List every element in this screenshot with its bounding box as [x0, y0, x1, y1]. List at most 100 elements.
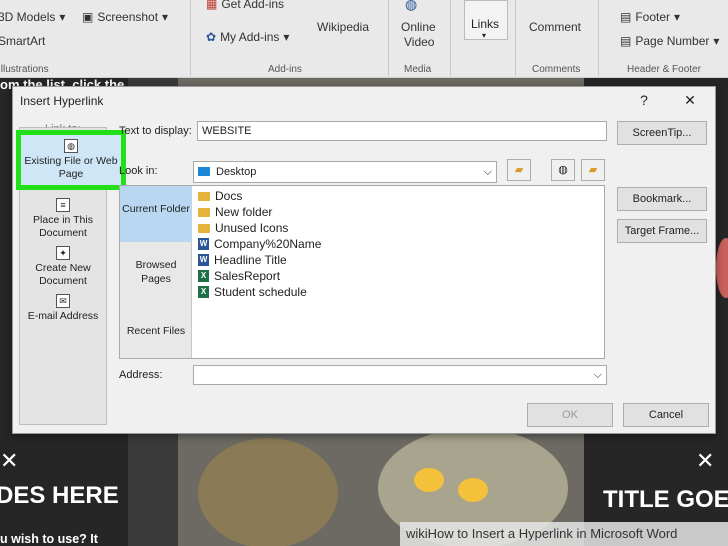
models-label: 3D Models	[0, 10, 56, 24]
browsed-pages-tab[interactable]: Browsed Pages	[120, 258, 192, 286]
look-in-select[interactable]: Desktop ⌵	[193, 161, 497, 183]
bookmark-button[interactable]: Bookmark...	[617, 187, 707, 211]
screenshot-icon: ▣	[82, 10, 94, 24]
screentip-button[interactable]: ScreenTip...	[617, 121, 707, 145]
recent-files-tab[interactable]: Recent Files	[120, 324, 192, 338]
footer-label: Footer	[635, 10, 671, 24]
folder-icon	[198, 223, 210, 233]
divider	[388, 0, 389, 76]
folder-icon	[198, 191, 210, 201]
folder-open-icon: ▰	[588, 164, 598, 176]
smartart-button[interactable]: SmartArt	[0, 34, 45, 48]
get-addins-button[interactable]: ▦ Get Add-ins	[206, 0, 284, 11]
highlighted-option-label[interactable]: Existing File or Web Page	[24, 155, 117, 180]
3d-models-button[interactable]: 3D Models ▾	[0, 10, 65, 24]
text-to-display-input[interactable]: WEBSITE	[197, 121, 607, 141]
divider	[598, 0, 599, 76]
addins-group-label: Add-ins	[268, 64, 302, 75]
chevron-down-icon: ▾	[713, 34, 720, 48]
desktop-icon	[198, 167, 210, 176]
file-name: SalesReport	[214, 269, 281, 283]
target-frame-button[interactable]: Target Frame...	[617, 219, 707, 243]
file-item[interactable]: W Headline Title	[198, 252, 287, 268]
online-video-button[interactable]: Online	[401, 20, 436, 34]
globe-search-icon: ◍	[558, 164, 568, 176]
file-name: Docs	[215, 189, 243, 203]
right-heading: TITLE GOE	[603, 486, 728, 513]
comment-button[interactable]: Comment	[529, 20, 581, 34]
highlight-box: ◍ Existing File or Web Page	[16, 130, 126, 190]
current-folder-tab[interactable]: Current Folder	[120, 186, 192, 242]
screenshot-button[interactable]: ▣ Screenshot ▾	[82, 10, 168, 24]
file-name: New folder	[215, 205, 273, 219]
look-in-label: Look in:	[119, 165, 158, 177]
link-create-new-document[interactable]: ✦ Create New Document	[20, 246, 106, 288]
comments-group-label: Comments	[532, 64, 581, 75]
globe-icon: ◍	[405, 0, 418, 12]
wikipedia-button[interactable]: Wikipedia	[317, 20, 369, 34]
watermark: wikiHow to Insert a Hyperlink in Microso…	[400, 522, 728, 546]
globe-file-icon: ◍	[64, 139, 78, 153]
online-video-label-2: Video	[404, 35, 435, 49]
look-in-value: Desktop	[216, 166, 257, 178]
ribbon: 3D Models ▾ ▣ Screenshot ▾ SmartArt Illustr…	[0, 0, 728, 78]
file-item[interactable]: Unused Icons	[198, 220, 288, 236]
up-folder-button[interactable]: ▰	[507, 159, 531, 181]
link-email-address[interactable]: ✉ E-mail Address	[20, 294, 106, 323]
address-input[interactable]: ⌵	[193, 365, 607, 385]
online-video-label: Online	[401, 20, 436, 34]
email-icon: ✉	[56, 294, 70, 308]
cancel-button[interactable]: Cancel	[623, 403, 709, 427]
divider	[515, 0, 516, 76]
excel-icon: X	[198, 270, 209, 282]
illustrations-group-label: Illustrations	[0, 64, 49, 75]
browse-file-button[interactable]: ▰	[581, 159, 605, 181]
my-addins-button[interactable]: ✿ My Add-ins ▾	[206, 30, 289, 44]
link-email-label: E-mail Address	[27, 310, 99, 322]
chevron-down-icon: ▾	[482, 31, 487, 40]
file-item[interactable]: X SalesReport	[198, 268, 280, 284]
browse-web-button[interactable]: ◍	[551, 159, 575, 181]
link-place-label: Place in This Document	[33, 214, 93, 239]
page-number-button[interactable]: ▤ Page Number ▾	[620, 34, 719, 48]
store-icon: ▦	[206, 0, 218, 11]
links-button[interactable]: Links ▾	[464, 0, 508, 40]
insert-hyperlink-dialog: Insert Hyperlink ? ✕ Link to: ◍Existing …	[12, 86, 716, 434]
look-in-sidebar: Current Folder Browsed Pages Recent File…	[120, 186, 192, 358]
address-label: Address:	[119, 369, 163, 381]
link-place-in-document[interactable]: ≡ Place in This Document	[20, 198, 106, 240]
footer-button[interactable]: ▤ Footer ▾	[620, 10, 680, 24]
screenshot-label: Screenshot	[97, 10, 159, 24]
file-browser: Current Folder Browsed Pages Recent File…	[119, 185, 605, 359]
links-label: Links	[471, 17, 500, 31]
chevron-down-icon: ▾	[283, 30, 290, 44]
utensils-icon: ✕	[0, 448, 19, 473]
chevron-down-icon: ⌵	[593, 369, 602, 381]
chevron-down-icon: ⌵	[483, 166, 492, 178]
word-doc-icon: W	[198, 238, 209, 250]
file-item[interactable]: New folder	[198, 204, 272, 220]
chevron-down-icon: ▾	[59, 10, 66, 24]
file-item[interactable]: Docs	[198, 188, 242, 204]
wikipedia-label: Wikipedia	[317, 20, 370, 34]
chevron-down-icon: ▾	[674, 10, 681, 24]
excel-icon: X	[198, 286, 209, 298]
file-item[interactable]: W Company%20Name	[198, 236, 321, 252]
help-button[interactable]: ?	[633, 90, 655, 110]
chevron-down-icon: ▾	[162, 10, 169, 24]
utensils-icon: ✕	[696, 448, 715, 473]
ok-button[interactable]: OK	[527, 403, 613, 427]
new-document-icon: ✦	[56, 246, 70, 260]
addins-icon: ✿	[206, 30, 217, 44]
link-create-label: Create New Document	[35, 262, 91, 287]
file-item[interactable]: X Student schedule	[198, 284, 307, 300]
get-addins-label: Get Add-ins	[221, 0, 285, 11]
folder-up-icon: ▰	[514, 164, 524, 176]
my-addins-label: My Add-ins	[220, 30, 280, 44]
dialog-title: Insert Hyperlink	[20, 94, 104, 108]
folder-icon	[198, 207, 210, 217]
close-button[interactable]: ✕	[679, 90, 701, 110]
file-name: Company%20Name	[214, 237, 322, 251]
page-number-icon: ▤	[620, 34, 632, 48]
word-doc-icon: W	[198, 254, 209, 266]
